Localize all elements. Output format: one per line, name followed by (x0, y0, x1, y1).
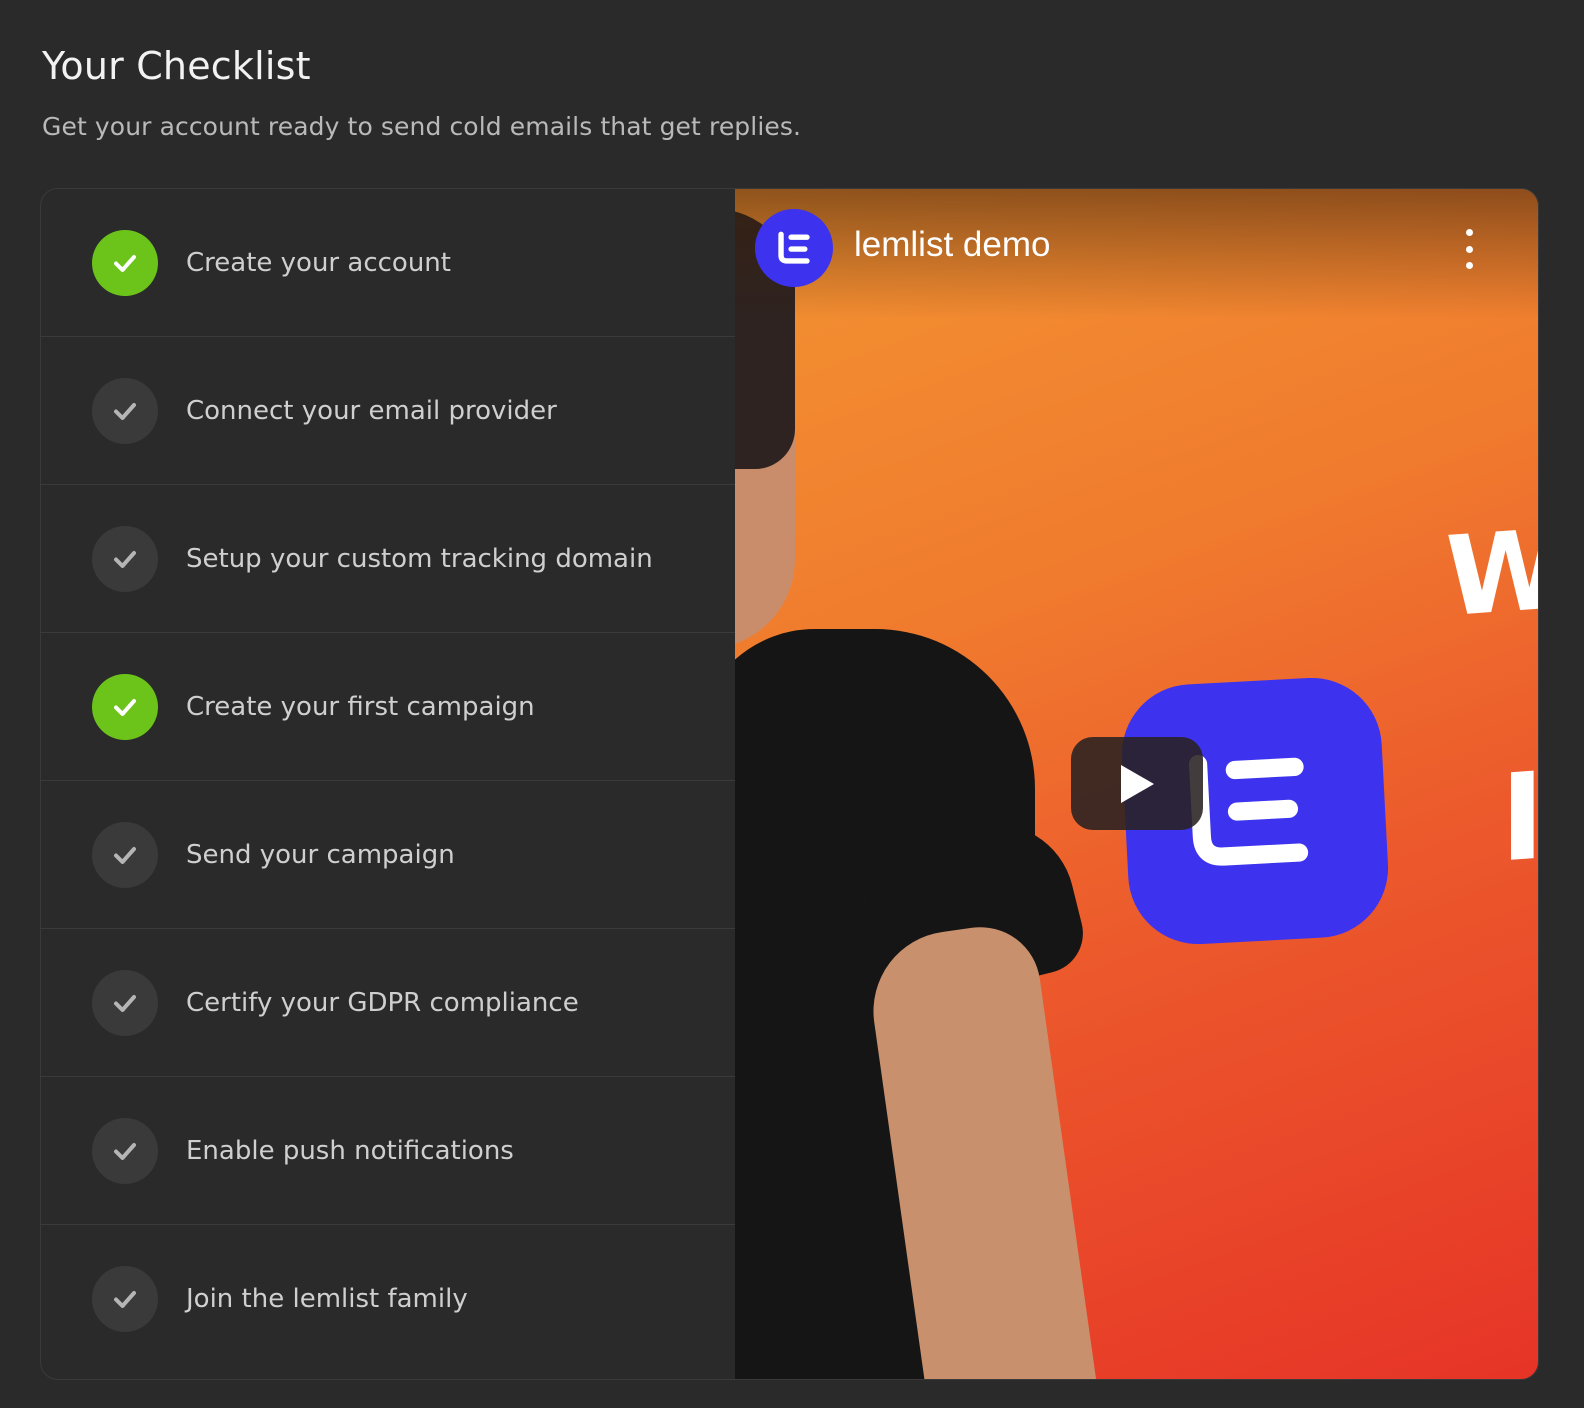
channel-avatar[interactable] (755, 209, 833, 287)
checklist-item-label: Send your campaign (186, 840, 455, 870)
more-vertical-icon[interactable] (1457, 229, 1481, 269)
checklist-item-label: Create your account (186, 248, 451, 278)
video-thumbnail-letter: I (1500, 747, 1538, 890)
play-icon (1121, 764, 1154, 803)
checklist-item-label: Certify your GDPR compliance (186, 988, 579, 1018)
checklist-item-label: Setup your custom tracking domain (186, 544, 653, 574)
checklist-item-connect-email[interactable]: Connect your email provider (41, 337, 735, 485)
check-pending-icon (92, 1118, 158, 1184)
checklist-item-push-notifications[interactable]: Enable push notifications (41, 1077, 735, 1225)
check-pending-icon (92, 822, 158, 888)
checklist-page: Your Checklist Get your account ready to… (0, 0, 1584, 1408)
video-thumbnail-letter: W (1445, 504, 1538, 642)
lemlist-logo-icon (778, 231, 810, 264)
checklist-item-create-account[interactable]: Create your account (41, 189, 735, 337)
check-pending-icon (92, 970, 158, 1036)
check-pending-icon (92, 378, 158, 444)
checklist-item-first-campaign[interactable]: Create your first campaign (41, 633, 735, 781)
checklist-list: Create your account Connect your email p… (41, 189, 735, 1379)
checklist-item-gdpr[interactable]: Certify your GDPR compliance (41, 929, 735, 1077)
page-subtitle: Get your account ready to send cold emai… (42, 112, 802, 141)
check-complete-icon (92, 674, 158, 740)
checklist-item-label: Join the lemlist family (186, 1284, 468, 1314)
demo-video-player[interactable]: W I lemlist demo (735, 189, 1538, 1379)
checklist-item-send-campaign[interactable]: Send your campaign (41, 781, 735, 929)
play-button[interactable] (1071, 737, 1203, 830)
checklist-item-join-family[interactable]: Join the lemlist family (41, 1225, 735, 1373)
checklist-item-label: Enable push notifications (186, 1136, 514, 1166)
checklist-card: Create your account Connect your email p… (40, 188, 1539, 1380)
checklist-item-label: Connect your email provider (186, 396, 557, 426)
check-pending-icon (92, 526, 158, 592)
checklist-item-tracking-domain[interactable]: Setup your custom tracking domain (41, 485, 735, 633)
checklist-item-label: Create your first campaign (186, 692, 535, 722)
video-title[interactable]: lemlist demo (854, 225, 1050, 265)
check-pending-icon (92, 1266, 158, 1332)
page-title: Your Checklist (42, 44, 311, 88)
check-complete-icon (92, 230, 158, 296)
